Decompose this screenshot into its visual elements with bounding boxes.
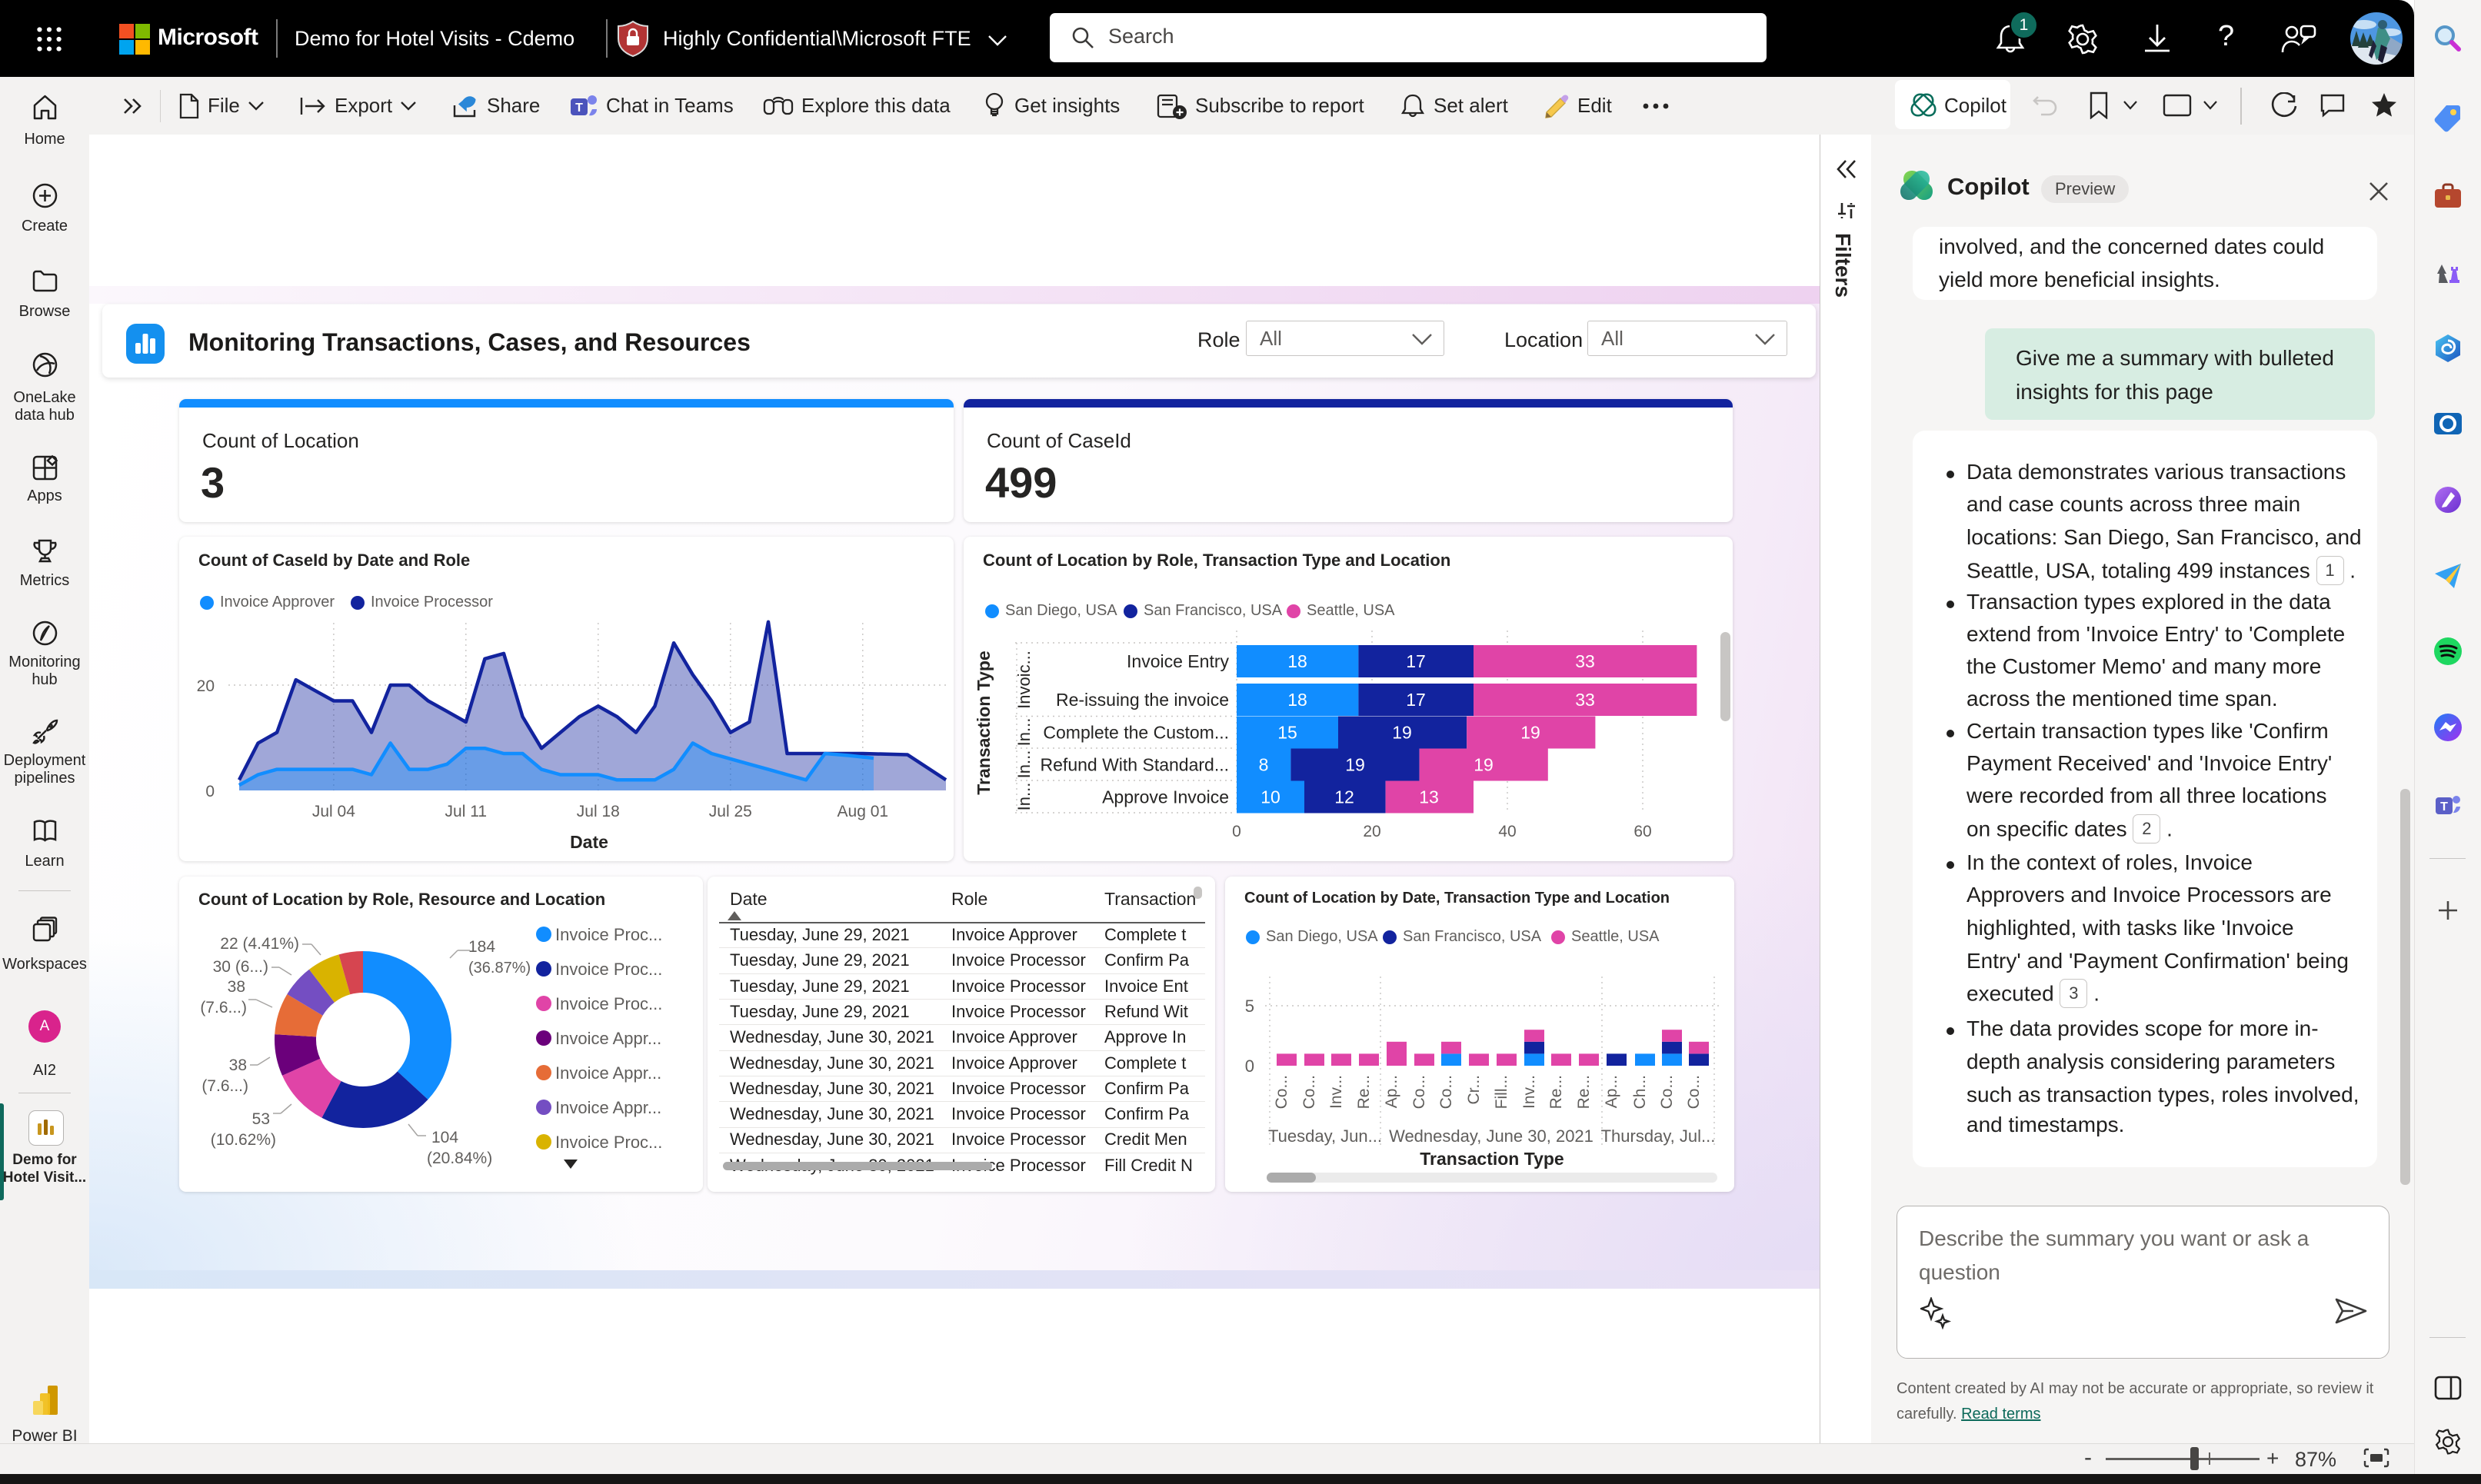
svg-text:8: 8	[1259, 755, 1269, 775]
svg-text:Wednesday, June 30, 2021: Wednesday, June 30, 2021	[1389, 1126, 1594, 1146]
svg-text:15: 15	[1277, 723, 1297, 743]
svg-text:Tuesday, Jun...: Tuesday, Jun...	[1268, 1126, 1382, 1146]
svg-text:17: 17	[1406, 651, 1426, 671]
svg-text:Date: Date	[570, 832, 608, 852]
svg-text:Co...: Co...	[1685, 1075, 1703, 1109]
svg-text:(7.6...): (7.6...)	[200, 999, 247, 1017]
svg-text:0: 0	[1232, 823, 1241, 840]
svg-text:18: 18	[1287, 651, 1307, 671]
svg-text:Invoice Appr...: Invoice Appr...	[555, 1098, 661, 1117]
svg-text:30 (6...): 30 (6...)	[213, 958, 268, 976]
svg-text:Invoice Appr...: Invoice Appr...	[555, 1029, 661, 1048]
svg-text:Aug 01: Aug 01	[838, 803, 889, 820]
svg-text:T: T	[2440, 800, 2448, 814]
svg-text:40: 40	[1498, 823, 1516, 840]
svg-text:T: T	[575, 101, 583, 115]
svg-text:In...: In...	[1014, 750, 1034, 779]
svg-text:Re...: Re...	[1575, 1075, 1593, 1109]
svg-text:Invoice Proc...: Invoice Proc...	[555, 960, 662, 979]
svg-text:Fill...: Fill...	[1493, 1075, 1510, 1109]
svg-text:20: 20	[1363, 823, 1380, 840]
svg-text:19: 19	[1474, 755, 1494, 775]
svg-text:38: 38	[228, 978, 245, 996]
svg-text:Re...: Re...	[1355, 1075, 1373, 1109]
svg-text:In...: In...	[1014, 783, 1034, 811]
svg-text:Jul 11: Jul 11	[445, 803, 487, 820]
svg-text:0: 0	[205, 783, 215, 800]
svg-text:5: 5	[1245, 997, 1254, 1016]
svg-text:12: 12	[1334, 787, 1354, 807]
svg-text:60: 60	[1633, 823, 1651, 840]
svg-text:Jul 04: Jul 04	[312, 803, 355, 820]
svg-text:(36.87%): (36.87%)	[468, 960, 531, 977]
svg-text:20: 20	[197, 677, 215, 695]
svg-text:(7.6...): (7.6...)	[201, 1077, 248, 1095]
svg-text:33: 33	[1575, 690, 1595, 710]
svg-text:Invoice Proc...: Invoice Proc...	[555, 1133, 662, 1152]
svg-text:Co...: Co...	[1437, 1075, 1455, 1109]
svg-text:Jul 25: Jul 25	[709, 803, 752, 820]
svg-text:10: 10	[1260, 787, 1280, 807]
svg-text:Re...: Re...	[1547, 1075, 1565, 1109]
svg-text:33: 33	[1575, 651, 1595, 671]
svg-text:184: 184	[468, 938, 495, 956]
svg-text:Jul 18: Jul 18	[577, 803, 620, 820]
svg-text:Invoice Proc...: Invoice Proc...	[555, 994, 662, 1013]
svg-text:Cr...: Cr...	[1465, 1075, 1483, 1105]
svg-text:Complete the Custom...: Complete the Custom...	[1043, 723, 1229, 743]
svg-text:18: 18	[1287, 690, 1307, 710]
svg-text:53: 53	[252, 1110, 270, 1128]
svg-text:Ch...: Ch...	[1631, 1075, 1649, 1109]
svg-text:Co...: Co...	[1410, 1075, 1428, 1109]
svg-text:Ap...: Ap...	[1603, 1075, 1620, 1108]
svg-text:Invoice Proc...: Invoice Proc...	[555, 925, 662, 944]
svg-text:Thursday, Jul...: Thursday, Jul...	[1601, 1126, 1716, 1146]
svg-text:19: 19	[1392, 723, 1412, 743]
svg-text:38: 38	[229, 1056, 247, 1074]
svg-text:22 (4.41%): 22 (4.41%)	[220, 935, 299, 953]
svg-text:(10.62%): (10.62%)	[211, 1131, 276, 1149]
svg-text:Inv...: Inv...	[1327, 1075, 1345, 1109]
svg-text:Co...: Co...	[1300, 1075, 1318, 1109]
svg-text:19: 19	[1520, 723, 1540, 743]
svg-text:Refund With Standard...: Refund With Standard...	[1041, 755, 1229, 775]
svg-text:Transaction Type: Transaction Type	[1420, 1149, 1564, 1169]
svg-text:17: 17	[1406, 690, 1426, 710]
svg-text:104: 104	[431, 1129, 458, 1146]
svg-text:Invoice Entry: Invoice Entry	[1127, 651, 1229, 671]
svg-text:Re-issuing the invoice: Re-issuing the invoice	[1056, 690, 1229, 710]
svg-text:Ap...: Ap...	[1383, 1075, 1400, 1108]
svg-text:13: 13	[1419, 787, 1439, 807]
svg-text:Co...: Co...	[1658, 1075, 1676, 1109]
svg-text:Approve Invoice: Approve Invoice	[1102, 787, 1229, 807]
svg-text:Transaction Type: Transaction Type	[974, 650, 994, 794]
svg-text:In...: In...	[1014, 718, 1034, 747]
svg-text:(20.84%): (20.84%)	[427, 1150, 492, 1167]
svg-text:0: 0	[1245, 1056, 1254, 1076]
svg-text:19: 19	[1345, 755, 1365, 775]
svg-text:Invoic...: Invoic...	[1014, 650, 1034, 709]
svg-text:Inv...: Inv...	[1520, 1075, 1538, 1109]
svg-text:Invoice Appr...: Invoice Appr...	[555, 1063, 661, 1083]
svg-text:Co...: Co...	[1273, 1075, 1290, 1109]
